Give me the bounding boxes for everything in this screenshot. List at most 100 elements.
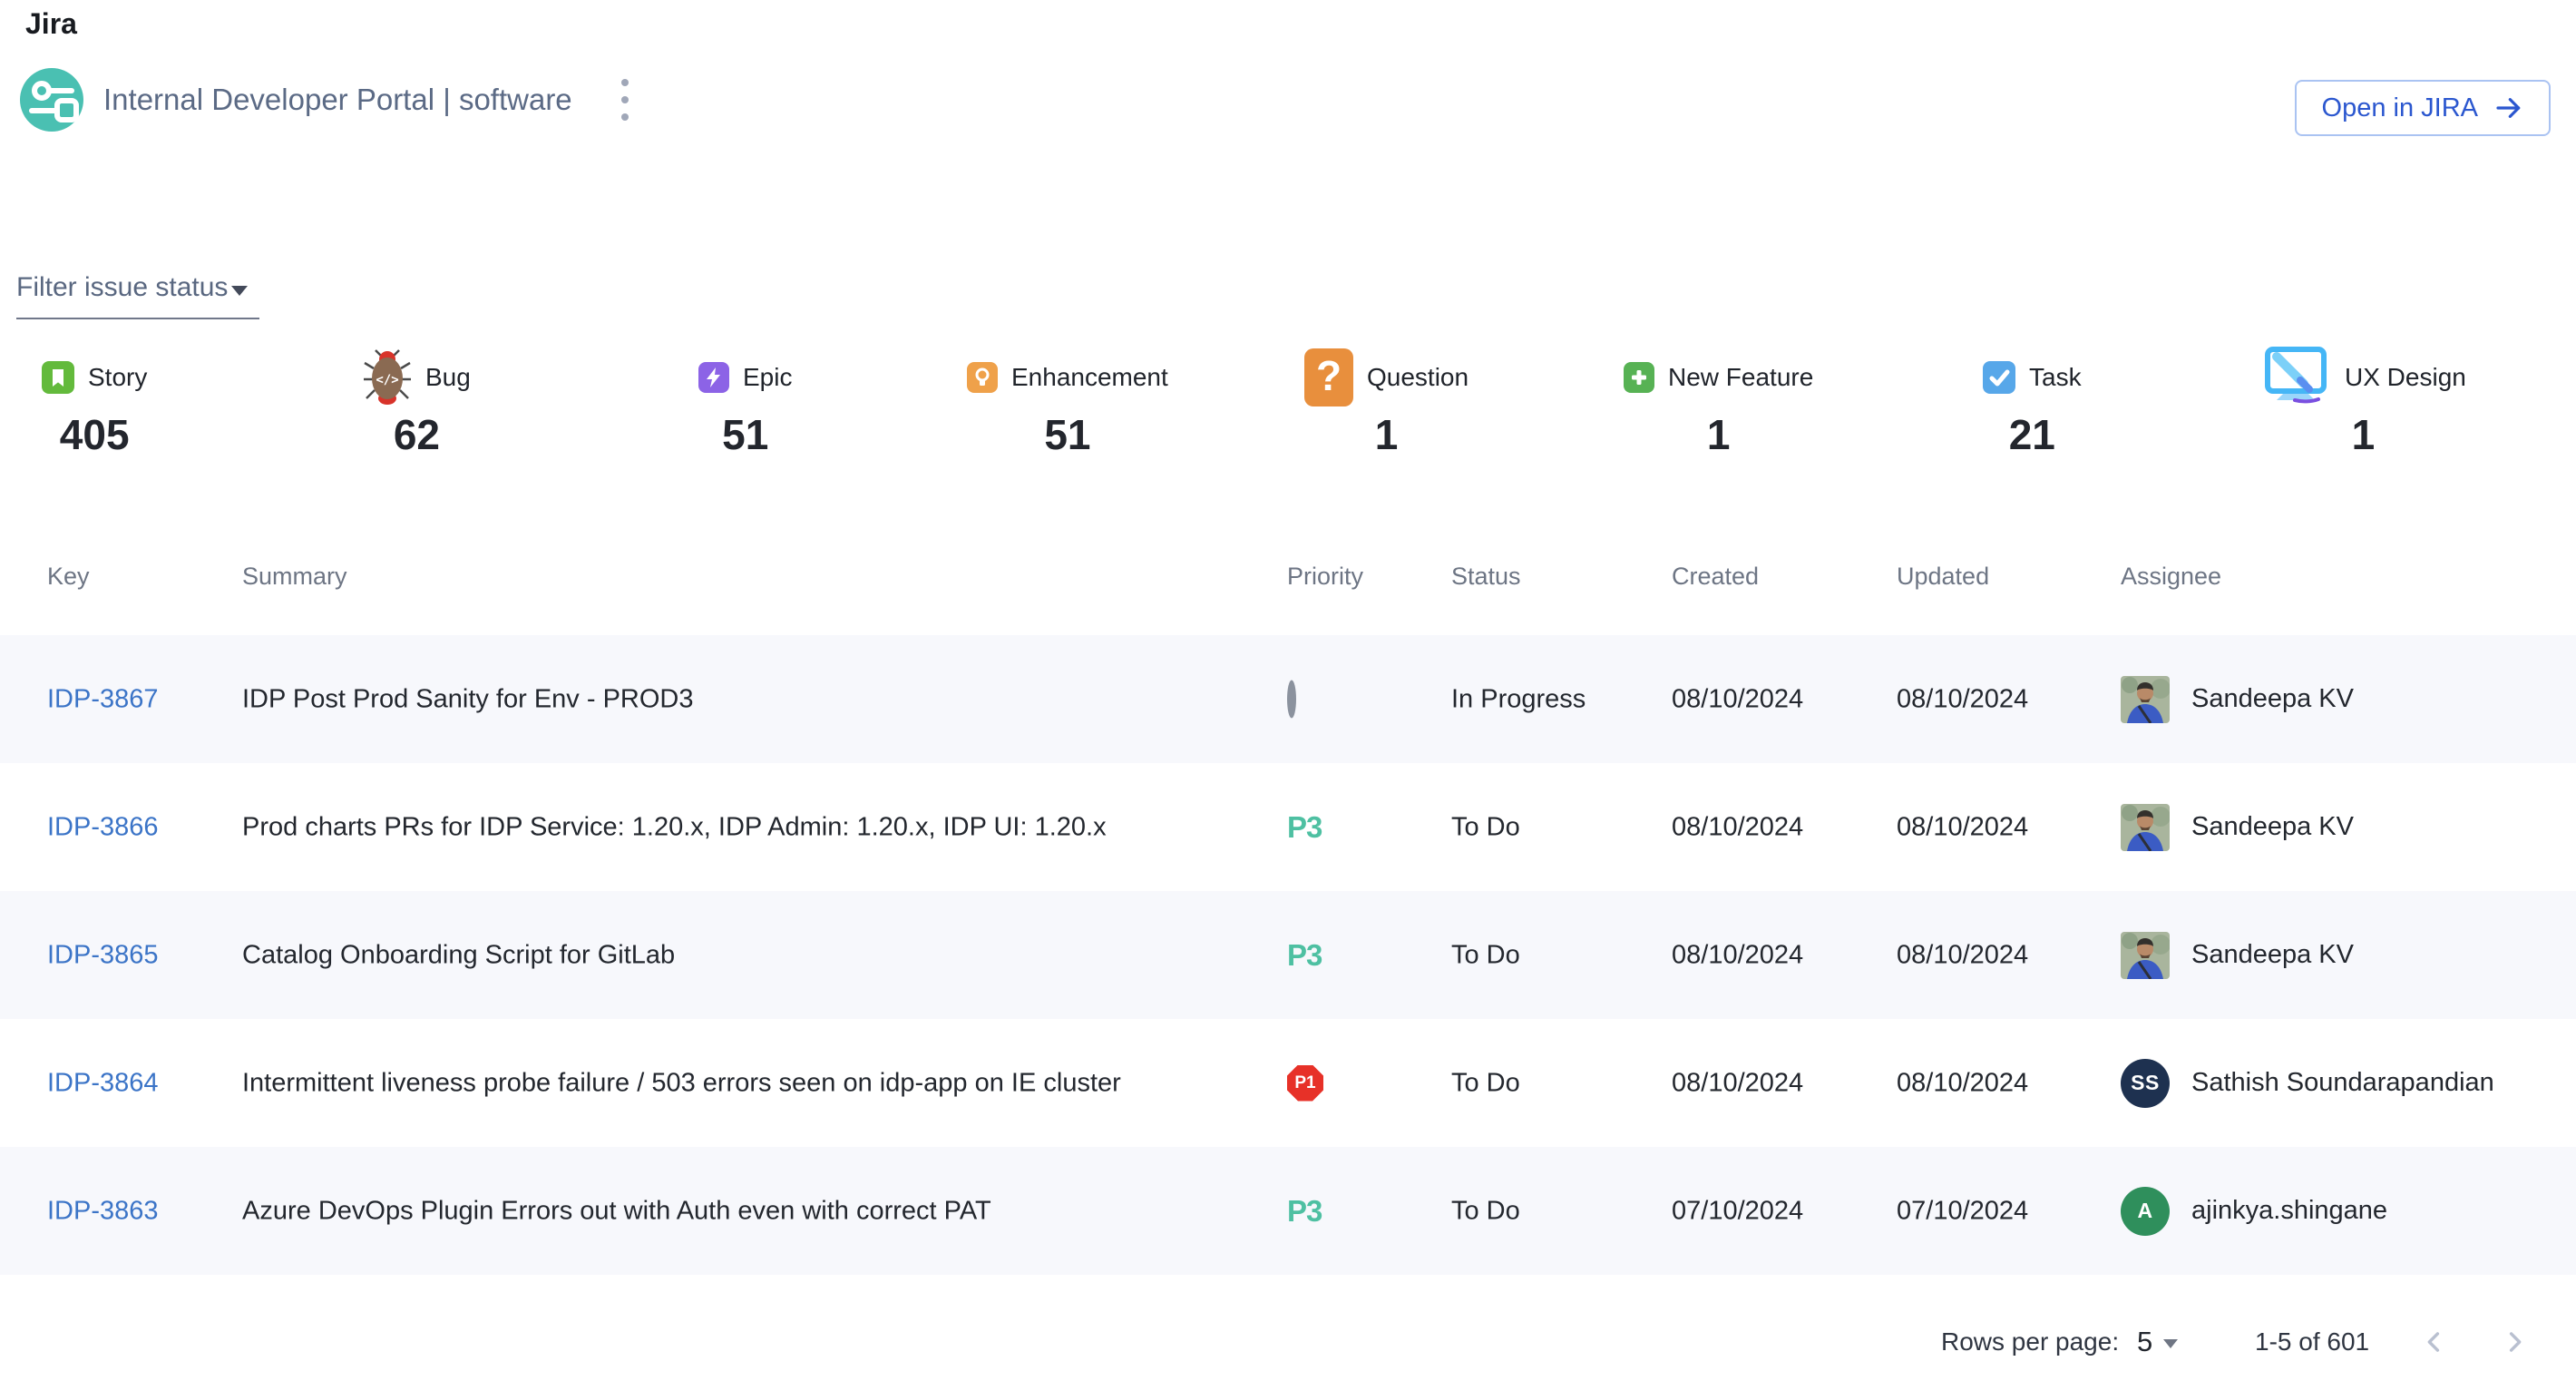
rows-per-page-label: Rows per page: bbox=[1941, 1310, 2119, 1374]
open-in-jira-button[interactable]: Open in JIRA bbox=[2295, 80, 2551, 136]
table-row: IDP-3863 Azure DevOps Plugin Errors out … bbox=[0, 1147, 2576, 1275]
ux-design-icon bbox=[2260, 346, 2331, 409]
counter-question: ? Question 1 bbox=[1304, 348, 1469, 458]
issue-created: 08/10/2024 bbox=[1672, 684, 1803, 714]
column-header-key: Key bbox=[47, 563, 90, 591]
widget-title: Jira bbox=[25, 7, 77, 41]
project-header: Internal Developer Portal | software bbox=[20, 67, 634, 132]
bug-icon: </> bbox=[363, 348, 412, 406]
avatar bbox=[2121, 932, 2170, 979]
project-name: Internal Developer Portal | software bbox=[103, 83, 572, 117]
column-header-updated: Updated bbox=[1897, 563, 1989, 591]
enhancement-icon bbox=[967, 362, 998, 393]
table-row: IDP-3866 Prod charts PRs for IDP Service… bbox=[0, 763, 2576, 891]
column-header-summary: Summary bbox=[242, 563, 347, 591]
next-page-button[interactable] bbox=[2494, 1310, 2534, 1374]
story-count: 405 bbox=[60, 411, 130, 458]
bug-count: 62 bbox=[394, 411, 440, 458]
epic-icon bbox=[698, 362, 729, 393]
issue-updated: 08/10/2024 bbox=[1897, 940, 2028, 970]
issue-status: To Do bbox=[1451, 1196, 1520, 1226]
priority-p3-icon: P3 bbox=[1287, 1194, 1322, 1229]
issue-created: 08/10/2024 bbox=[1672, 1068, 1803, 1098]
question-count: 1 bbox=[1375, 411, 1399, 458]
issue-key-link[interactable]: IDP-3867 bbox=[47, 684, 159, 714]
issue-created: 07/10/2024 bbox=[1672, 1196, 1803, 1226]
assignee-name: Sandeepa KV bbox=[2191, 940, 2354, 970]
avatar: SS bbox=[2121, 1059, 2170, 1108]
counter-bug: </> Bug 62 bbox=[363, 348, 471, 458]
chevron-down-icon bbox=[2163, 1339, 2178, 1348]
svg-text:?: ? bbox=[1316, 352, 1342, 399]
issue-summary: Prod charts PRs for IDP Service: 1.20.x,… bbox=[242, 812, 1107, 842]
counter-story: Story 405 bbox=[42, 348, 147, 458]
open-in-jira-label: Open in JIRA bbox=[2322, 93, 2478, 123]
avatar bbox=[2121, 676, 2170, 723]
assignee-name: Sandeepa KV bbox=[2191, 684, 2354, 714]
column-header-priority: Priority bbox=[1287, 563, 1363, 591]
rows-per-page-select[interactable]: 5 bbox=[2137, 1310, 2178, 1374]
priority-p1-icon: P1 bbox=[1287, 1065, 1323, 1102]
issue-key-link[interactable]: IDP-3865 bbox=[47, 940, 159, 970]
issue-summary: Catalog Onboarding Script for GitLab bbox=[242, 940, 675, 970]
issue-updated: 08/10/2024 bbox=[1897, 684, 2028, 714]
priority-none-icon bbox=[1287, 680, 1296, 718]
table-row: IDP-3864 Intermittent liveness probe fai… bbox=[0, 1019, 2576, 1147]
enhancement-count: 51 bbox=[1044, 411, 1090, 458]
priority-p3-icon: P3 bbox=[1287, 810, 1322, 845]
priority-p3-icon: P3 bbox=[1287, 938, 1322, 973]
issue-key-link[interactable]: IDP-3863 bbox=[47, 1196, 159, 1226]
column-header-assignee: Assignee bbox=[2121, 563, 2221, 591]
arrow-right-icon bbox=[2494, 93, 2523, 122]
issue-status: To Do bbox=[1451, 940, 1520, 970]
table-header: Key Summary Priority Status Created Upda… bbox=[0, 552, 2576, 606]
chevron-right-icon bbox=[2499, 1327, 2530, 1357]
issue-key-link[interactable]: IDP-3866 bbox=[47, 812, 159, 842]
issue-status: To Do bbox=[1451, 1068, 1520, 1098]
assignee-name: Sandeepa KV bbox=[2191, 812, 2354, 842]
issue-summary: Intermittent liveness probe failure / 50… bbox=[242, 1068, 1121, 1098]
issue-status: To Do bbox=[1451, 812, 1520, 842]
counter-new-feature: New Feature 1 bbox=[1624, 348, 1813, 458]
issue-key-link[interactable]: IDP-3864 bbox=[47, 1068, 159, 1098]
column-header-status: Status bbox=[1451, 563, 1521, 591]
avatar bbox=[2121, 804, 2170, 851]
epic-count: 51 bbox=[722, 411, 768, 458]
chevron-down-icon bbox=[231, 286, 248, 296]
task-icon bbox=[1983, 361, 2015, 394]
counter-task: Task 21 bbox=[1983, 348, 2082, 458]
issue-updated: 07/10/2024 bbox=[1897, 1196, 2028, 1226]
assignee-name: ajinkya.shingane bbox=[2191, 1196, 2387, 1226]
svg-text:</>: </> bbox=[376, 373, 398, 387]
task-count: 21 bbox=[2009, 411, 2055, 458]
issue-status: In Progress bbox=[1451, 684, 1586, 714]
counter-enhancement: Enhancement 51 bbox=[967, 348, 1168, 458]
chevron-left-icon bbox=[2419, 1327, 2450, 1357]
table-row: IDP-3867 IDP Post Prod Sanity for Env - … bbox=[0, 635, 2576, 763]
issue-updated: 08/10/2024 bbox=[1897, 1068, 2028, 1098]
question-icon: ? bbox=[1304, 348, 1353, 406]
previous-page-button[interactable] bbox=[2415, 1310, 2454, 1374]
avatar: A bbox=[2121, 1187, 2170, 1236]
issue-summary: IDP Post Prod Sanity for Env - PROD3 bbox=[242, 684, 694, 714]
issue-created: 08/10/2024 bbox=[1672, 812, 1803, 842]
column-header-created: Created bbox=[1672, 563, 1759, 591]
table-row: IDP-3865 Catalog Onboarding Script for G… bbox=[0, 891, 2576, 1019]
story-icon bbox=[42, 361, 74, 394]
issue-updated: 08/10/2024 bbox=[1897, 812, 2028, 842]
counter-epic: Epic 51 bbox=[698, 348, 792, 458]
assignee-name: Sathish Soundarapandian bbox=[2191, 1068, 2494, 1098]
filter-issue-status-label: Filter issue status bbox=[16, 272, 228, 303]
filter-issue-status-select[interactable]: Filter issue status bbox=[16, 272, 259, 319]
new-feature-count: 1 bbox=[1707, 411, 1731, 458]
project-logo-icon bbox=[20, 68, 83, 132]
issue-summary: Azure DevOps Plugin Errors out with Auth… bbox=[242, 1196, 991, 1226]
new-feature-icon bbox=[1624, 362, 1654, 393]
ux-design-count: 1 bbox=[2352, 411, 2376, 458]
counter-ux-design: UX Design 1 bbox=[2260, 348, 2466, 458]
pagination-bar: Rows per page: 5 1-5 of 601 bbox=[0, 1310, 2576, 1374]
pagination-range: 1-5 of 601 bbox=[2255, 1310, 2369, 1374]
issue-created: 08/10/2024 bbox=[1672, 940, 1803, 970]
jira-widget: Jira Internal Developer Portal | softwar… bbox=[0, 0, 2576, 1381]
kebab-menu-icon[interactable] bbox=[616, 73, 634, 126]
